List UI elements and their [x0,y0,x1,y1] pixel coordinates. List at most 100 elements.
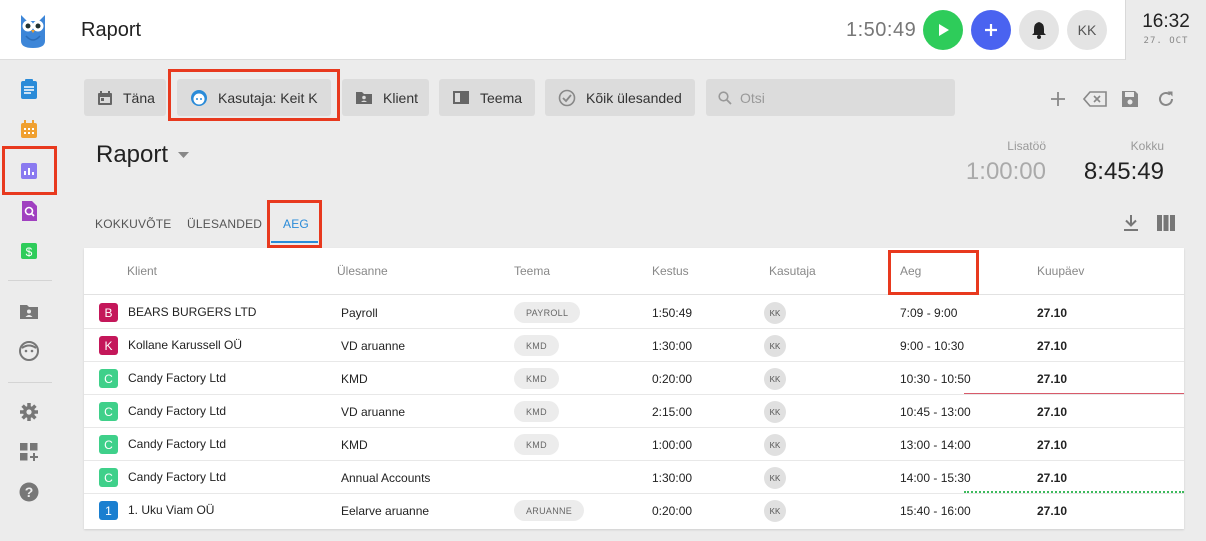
cell-date: 27.10 [1037,438,1068,452]
client-folder-icon [20,304,38,319]
gap-indicator [964,491,1184,493]
top-bar: Raport 1:50:49 KK 16:32 27. OCT [0,0,1206,60]
filter-client-button[interactable]: Klient [342,79,429,116]
user-avatar[interactable]: KK [1067,10,1107,50]
tab-time[interactable]: AEG [283,217,309,231]
sidebar-item-users[interactable] [14,336,44,366]
table-header: Klient Ülesanne Teema Kestus Kasutaja Ae… [84,248,1184,295]
filter-user-label: Kasutaja: Keit K [218,89,318,106]
extra-work-label: Lisatöö [1007,139,1046,153]
add-button[interactable] [971,10,1011,50]
svg-text:$: $ [26,245,33,259]
filter-topic-button[interactable]: Teema [439,79,535,116]
cell-client: Kollane Karussell OÜ [128,338,243,352]
sidebar-item-billing[interactable]: $ [14,236,44,266]
notifications-button[interactable] [1019,10,1059,50]
filter-user-button[interactable]: Kasutaja: Keit K [177,79,331,116]
table-row[interactable]: 1 1. Uku Viam OÜ Eelarve aruanne ARUANNE… [84,494,1184,527]
plus-icon [1051,92,1065,106]
running-timer: 1:50:49 [846,19,917,41]
col-date[interactable]: Kuupäev [1037,264,1084,278]
client-badge: C [99,369,118,388]
clear-filters-button[interactable] [1082,88,1108,110]
clipboard-icon [21,79,37,99]
cell-date: 27.10 [1037,504,1068,518]
backspace-icon [1083,91,1107,107]
clock-date: 27. OCT [1143,36,1189,46]
col-duration[interactable]: Kestus [652,264,689,278]
table-row[interactable]: C Candy Factory Ltd Annual Accounts 1:30… [84,461,1184,494]
time-table: Klient Ülesanne Teema Kestus Kasutaja Ae… [84,248,1184,529]
col-task[interactable]: Ülesanne [337,264,388,278]
sidebar-item-widgets[interactable] [14,437,44,467]
search-input[interactable] [740,89,940,106]
sidebar-item-help[interactable]: ? [14,477,44,507]
topic-pill: KMD [514,434,559,455]
sidebar-item-settings[interactable] [14,397,44,427]
table-row[interactable]: C Candy Factory Ltd KMD KMD 0:20:00 KK 1… [84,362,1184,395]
cell-client: 1. Uku Viam OÜ [128,503,215,517]
cell-date: 27.10 [1037,372,1068,386]
client-badge: C [99,402,118,421]
sidebar-item-report[interactable] [14,156,44,186]
user-avatar: KK [764,434,786,456]
col-topic[interactable]: Teema [514,264,550,278]
user-avatar: KK [764,401,786,423]
client-badge: C [99,468,118,487]
sidebar-item-tasks[interactable] [14,74,44,104]
cell-duration: 1:50:49 [652,306,693,320]
table-row[interactable]: B BEARS BURGERS LTD Payroll PAYROLL 1:50… [84,296,1184,329]
calendar-icon [21,120,37,138]
report-chart-icon [21,163,37,179]
download-button[interactable] [1120,212,1142,234]
columns-button[interactable] [1155,212,1177,234]
user-face-icon [191,89,207,106]
total-label: Kokku [1130,139,1164,153]
cell-client: Candy Factory Ltd [128,404,227,418]
topic-pill: KMD [514,401,559,422]
tab-summary[interactable]: KOKKUVÕTE [95,217,171,231]
cell-task: KMD [341,438,368,452]
cell-duration: 0:20:00 [652,504,693,518]
gear-icon [20,403,38,421]
table-row[interactable]: C Candy Factory Ltd VD aruanne KMD 2:15:… [84,395,1184,428]
client-badge: C [99,435,118,454]
save-button[interactable] [1119,88,1141,110]
refresh-button[interactable] [1155,88,1177,110]
search-report-icon [22,201,37,221]
refresh-icon [1159,91,1173,106]
report-title-dropdown[interactable]: Raport [96,141,190,169]
cell-duration: 2:15:00 [652,405,693,419]
sidebar-item-search-report[interactable] [14,196,44,226]
add-filter-button[interactable] [1047,88,1069,110]
client-badge: K [99,336,118,355]
topic-pill: ARUANNE [514,500,585,521]
cell-task: Payroll [341,306,378,320]
cell-task: KMD [341,372,368,386]
user-avatar: KK [764,500,786,522]
plus-icon [985,24,997,36]
filter-all-tasks-button[interactable]: Kõik ülesanded [545,79,695,116]
col-client[interactable]: Klient [127,264,157,278]
filter-today-label: Täna [123,89,155,106]
table-row[interactable]: C Candy Factory Ltd KMD KMD 1:00:00 KK 1… [84,428,1184,461]
download-icon [1124,215,1138,231]
tab-tasks[interactable]: ÜLESANDED [187,217,262,231]
table-row[interactable]: K Kollane Karussell OÜ VD aruanne KMD 1:… [84,329,1184,362]
user-avatar: KK [764,368,786,390]
svg-text:?: ? [25,484,34,500]
topic-pill: KMD [514,335,559,356]
col-user[interactable]: Kasutaja [769,264,816,278]
cell-task: VD aruanne [341,339,406,353]
clock-time: 16:32 [1142,11,1190,32]
filter-today-button[interactable]: Täna [84,79,166,116]
sidebar-item-clients[interactable] [14,296,44,326]
client-badge: B [99,303,118,322]
search-box[interactable] [706,79,955,116]
sidebar-item-calendar[interactable] [14,114,44,144]
col-time[interactable]: Aeg [900,264,921,278]
cell-task: VD aruanne [341,405,406,419]
owl-logo-icon[interactable] [18,11,48,49]
play-button[interactable] [923,10,963,50]
cell-client: Candy Factory Ltd [128,470,227,484]
